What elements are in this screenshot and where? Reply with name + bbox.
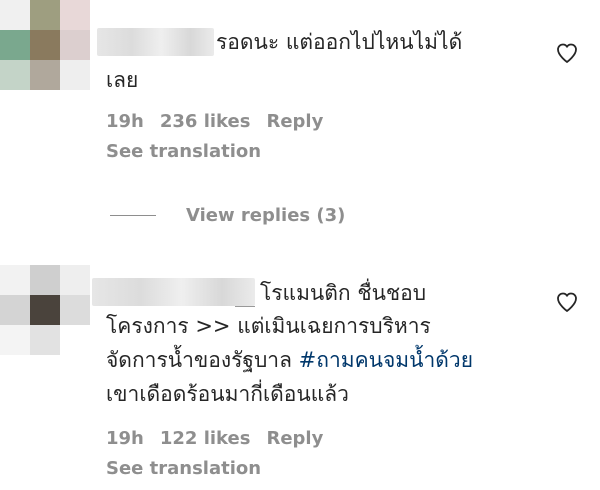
see-translation-link[interactable]: See translation [106, 141, 261, 162]
comment-text-line: รอดนะ แต่ออกไปไหนไม่ได้ [216, 30, 463, 54]
comment-text-line: เขาเดือดร้อนมากี่เดือนแล้ว [106, 382, 349, 406]
avatar[interactable] [0, 0, 90, 90]
heart-outline-icon[interactable] [555, 290, 579, 314]
avatar[interactable] [0, 265, 90, 355]
reply-button[interactable]: Reply [266, 111, 323, 132]
view-replies-toggle[interactable]: View replies (3) [110, 205, 345, 226]
comment-text-line: โรแมนติก ชื่นชอบ [260, 281, 427, 305]
comment-2: โรแมนติก ชื่นชอบ โครงการ >> แต่เมินเฉยกา… [0, 265, 600, 490]
comment-text-line: เลย [106, 68, 139, 92]
username-underline [235, 306, 255, 307]
comment-meta: 19h 236 likes Reply [106, 111, 323, 132]
like-count[interactable]: 122 likes [160, 428, 251, 449]
view-replies-label[interactable]: View replies (3) [186, 205, 345, 226]
replies-divider-line [110, 215, 156, 216]
see-translation-link[interactable]: See translation [106, 458, 261, 479]
comment-time: 19h [106, 111, 144, 132]
comment-text-plain: จัดการน้ำของรัฐบาล [106, 348, 299, 372]
like-count[interactable]: 236 likes [160, 111, 251, 132]
heart-outline-icon[interactable] [555, 41, 579, 65]
username-blurred[interactable] [92, 278, 255, 306]
comment-text-line: จัดการน้ำของรัฐบาล #ถามคนจมน้ำด้วย [106, 344, 473, 377]
hashtag-link[interactable]: #ถามคนจมน้ำด้วย [299, 348, 473, 372]
username-blurred[interactable] [97, 28, 214, 56]
reply-button[interactable]: Reply [266, 428, 323, 449]
comment-time: 19h [106, 428, 144, 449]
comment-meta: 19h 122 likes Reply [106, 428, 323, 449]
comment-text-line: โครงการ >> แต่เมินเฉยการบริหาร [106, 314, 431, 338]
comment-1: รอดนะ แต่ออกไปไหนไม่ได้ เลย 19h 236 like… [0, 0, 600, 180]
